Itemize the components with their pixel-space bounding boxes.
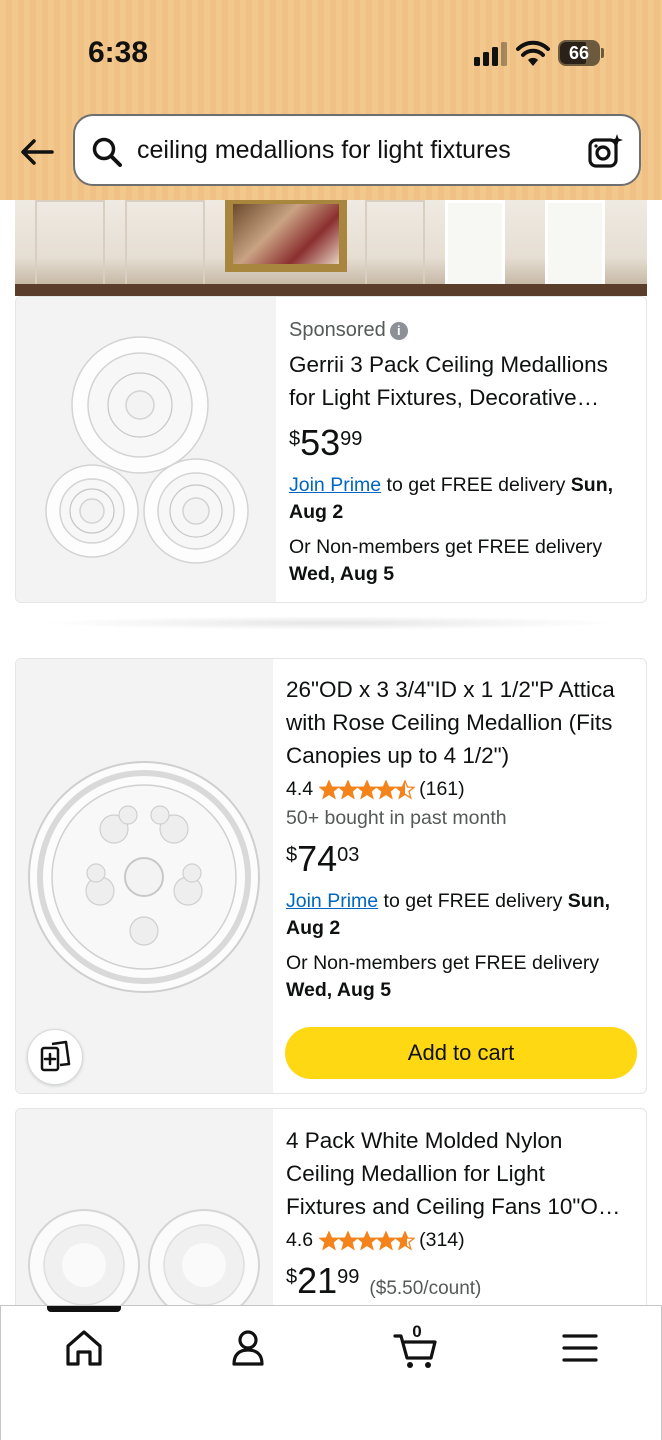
search-icon: [92, 137, 122, 167]
add-to-cart-button[interactable]: Add to cart: [285, 1027, 637, 1079]
active-tab-indicator: [47, 1306, 121, 1312]
product-title[interactable]: Gerrii 3 Pack Ceiling Medallions for Lig…: [289, 348, 634, 414]
search-query: ceiling medallions for light fixtures: [137, 136, 511, 164]
product-card[interactable]: 4 Pack White Molded Nylon Ceiling Medall…: [15, 1108, 647, 1328]
product-title[interactable]: 4 Pack White Molded Nylon Ceiling Medall…: [286, 1124, 641, 1223]
sponsored-banner-image[interactable]: [15, 200, 647, 296]
star-rating-icon: [319, 779, 416, 800]
account-icon[interactable]: [226, 1326, 270, 1370]
battery-icon: 66: [558, 40, 604, 66]
wifi-icon: [516, 40, 550, 66]
status-time: 6:38: [88, 36, 149, 69]
join-prime-link[interactable]: Join Prime: [286, 890, 378, 912]
product-price: $ 74 03: [286, 838, 360, 879]
product-card[interactable]: Sponsored i Gerrii 3 Pack Ceiling Medall…: [15, 296, 647, 603]
product-rating[interactable]: 4.6 (314): [286, 1229, 641, 1252]
product-image[interactable]: [16, 659, 273, 1093]
product-image[interactable]: [16, 297, 276, 602]
bottom-nav: 0: [0, 1305, 662, 1440]
bought-count: 50+ bought in past month: [286, 807, 507, 829]
cart-count: 0: [412, 1322, 422, 1341]
back-arrow-icon[interactable]: [18, 132, 58, 172]
menu-icon[interactable]: [558, 1326, 602, 1370]
compare-icon[interactable]: [27, 1029, 83, 1085]
header: 6:38 66 ceiling medallions for light fix…: [0, 0, 662, 200]
product-rating[interactable]: 4.4 (161): [286, 778, 641, 801]
prime-delivery: Join Prime to get FREE delivery Sun, Aug …: [289, 474, 614, 523]
star-rating-icon: [319, 1230, 416, 1251]
home-icon[interactable]: [62, 1326, 106, 1370]
join-prime-link[interactable]: Join Prime: [289, 474, 381, 496]
status-bar: 6:38 66: [0, 0, 662, 100]
product-price: $ 53 99: [289, 422, 363, 463]
product-image[interactable]: [16, 1109, 273, 1327]
battery-level: 66: [568, 43, 590, 63]
divider: [40, 616, 622, 630]
unit-price: ($5.50/count): [369, 1278, 482, 1299]
search-input[interactable]: ceiling medallions for light fixtures: [73, 114, 641, 186]
non-member-delivery: Or Non-members get FREE delivery Wed, Aug…: [286, 952, 600, 1001]
non-member-delivery: Or Non-members get FREE delivery Wed, Aug…: [289, 536, 603, 585]
product-title[interactable]: 26"OD x 3 3/4"ID x 1 1/2"P Attica with R…: [286, 673, 641, 772]
signal-icon: [474, 42, 507, 66]
info-icon[interactable]: i: [389, 321, 408, 340]
product-price: $ 21 99 ($5.50/count): [286, 1260, 482, 1301]
cart-icon[interactable]: 0: [393, 1322, 439, 1370]
prime-delivery: Join Prime to get FREE delivery Sun, Aug …: [286, 890, 611, 939]
sponsored-label: Sponsored i: [289, 319, 634, 342]
camera-icon[interactable]: [587, 132, 625, 170]
